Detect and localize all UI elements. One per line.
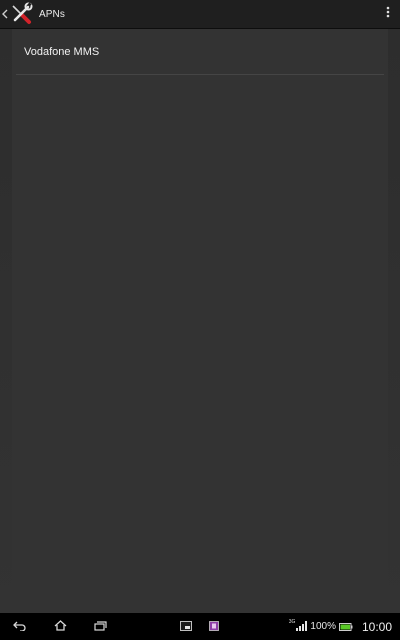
wrench-screwdriver-icon xyxy=(9,2,33,26)
navigation-bar: 3G 100% 10:00 xyxy=(0,613,400,640)
apn-list: Vodafone MMS xyxy=(12,29,388,613)
screen: APNs Vodafone MMS 3G 100% 10:00 xyxy=(0,0,400,640)
small-app-window-icon xyxy=(180,618,192,636)
up-navigation-button[interactable] xyxy=(0,0,33,29)
battery-level: 100% xyxy=(310,621,336,632)
back-arrow-icon xyxy=(13,618,27,636)
home-icon xyxy=(54,618,67,636)
page-title: APNs xyxy=(39,8,65,20)
small-app-window-button[interactable] xyxy=(176,613,196,640)
small-app-purple-button[interactable] xyxy=(204,613,224,640)
content-area: Vodafone MMS xyxy=(0,29,400,613)
home-button[interactable] xyxy=(48,613,72,640)
clock: 10:00 xyxy=(361,619,392,634)
back-button[interactable] xyxy=(8,613,32,640)
status-area: 3G 100% 10:00 xyxy=(289,613,392,640)
signal-strength-icon xyxy=(296,618,308,636)
apn-list-item-vodafone-mms[interactable]: Vodafone MMS xyxy=(16,29,384,75)
chevron-left-icon xyxy=(1,8,9,20)
recent-apps-button[interactable] xyxy=(88,613,112,640)
overflow-menu-icon xyxy=(386,5,390,23)
action-bar: APNs xyxy=(0,0,400,29)
apn-name: Vodafone MMS xyxy=(24,45,100,58)
recent-apps-icon xyxy=(93,618,107,636)
overflow-menu-button[interactable] xyxy=(376,0,400,29)
battery-icon xyxy=(338,618,353,636)
network-type: 3G xyxy=(288,618,296,625)
small-app-purple-icon xyxy=(209,618,219,636)
